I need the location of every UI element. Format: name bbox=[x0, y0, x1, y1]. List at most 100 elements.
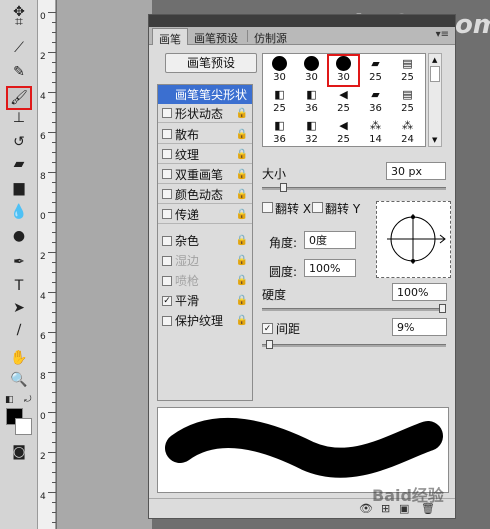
swap-colors-icon[interactable]: ⤾ bbox=[24, 395, 32, 405]
brush-tip[interactable]: 30 bbox=[296, 55, 327, 86]
roundness-field[interactable]: 100% bbox=[304, 259, 356, 277]
brush-grid-scrollbar[interactable]: ▲ ▼ bbox=[428, 53, 442, 147]
option-checkbox[interactable] bbox=[162, 315, 172, 326]
lock-icon[interactable]: 🔒 bbox=[236, 275, 248, 286]
option-item[interactable]: 传递 🔒 bbox=[158, 205, 252, 224]
option-checkbox[interactable] bbox=[162, 169, 172, 179]
brush-tip[interactable]: ◧ 36 bbox=[296, 86, 327, 117]
lock-icon[interactable]: 🔒 bbox=[236, 169, 248, 180]
canvas-area[interactable] bbox=[57, 0, 152, 529]
spacing-field[interactable]: 9% bbox=[392, 318, 447, 336]
option-checkbox[interactable] bbox=[162, 209, 172, 219]
panel-title-bar[interactable] bbox=[149, 15, 455, 27]
option-item[interactable]: 杂色 🔒 bbox=[158, 231, 252, 250]
option-item[interactable]: 双重画笔 🔒 bbox=[158, 165, 252, 184]
zoom-icon[interactable]: 🔍 bbox=[8, 370, 30, 390]
option-item[interactable]: 保护纹理 🔒 bbox=[158, 311, 252, 330]
tab-clone-source[interactable]: 仿制源 bbox=[248, 28, 293, 45]
option-item[interactable]: 形状动态 🔒 bbox=[158, 104, 252, 123]
option-checkbox[interactable] bbox=[162, 235, 172, 246]
option-item[interactable]: 湿边 🔒 bbox=[158, 251, 252, 270]
hardness-slider-track[interactable] bbox=[262, 308, 446, 311]
lock-icon[interactable]: 🔒 bbox=[236, 108, 248, 119]
option-checkbox[interactable]: ✓ bbox=[162, 295, 172, 306]
angle-field[interactable]: 0度 bbox=[304, 231, 356, 249]
blur-icon[interactable]: 💧 bbox=[8, 202, 30, 222]
option-item[interactable]: 喷枪 🔒 bbox=[158, 271, 252, 290]
brush-tip[interactable]: ◧ 32 bbox=[296, 117, 327, 148]
spacing-checkbox[interactable]: ✓ bbox=[262, 323, 273, 334]
type-icon[interactable]: T bbox=[8, 276, 30, 296]
history-brush-icon[interactable]: ↺ bbox=[8, 132, 30, 152]
size-field[interactable]: 30 px bbox=[386, 162, 446, 180]
brush-icon[interactable]: 🖌 bbox=[6, 86, 32, 110]
default-colors-icon[interactable]: ◧ bbox=[5, 395, 14, 405]
brush-tip[interactable]: ⁂ 14 bbox=[360, 117, 391, 148]
quick-mask-icon[interactable]: ◙ bbox=[8, 442, 30, 462]
size-slider-thumb[interactable] bbox=[279, 183, 287, 192]
option-item[interactable]: 颜色动态 🔒 bbox=[158, 185, 252, 204]
spacing-slider-track[interactable] bbox=[262, 344, 446, 347]
brush-tip[interactable]: ◧ 25 bbox=[264, 86, 295, 117]
option-checkbox[interactable] bbox=[162, 129, 172, 139]
hardness-field[interactable]: 100% bbox=[392, 283, 447, 301]
panel-menu-icon[interactable]: ▾≡ bbox=[436, 29, 449, 40]
lock-icon[interactable]: 🔒 bbox=[236, 235, 248, 246]
eyedropper-icon[interactable]: ⟋ bbox=[8, 38, 30, 58]
angle-roundness-preview[interactable] bbox=[376, 201, 451, 278]
brush-tip[interactable]: ◀ 25 bbox=[328, 86, 359, 117]
hardness-label: 硬度 bbox=[262, 288, 287, 302]
lock-icon[interactable]: 🔒 bbox=[236, 149, 248, 160]
scroll-down-icon[interactable]: ▼ bbox=[432, 136, 437, 144]
hand-icon[interactable]: ✋ bbox=[8, 348, 30, 368]
brush-tip[interactable]: ⁂ 24 bbox=[392, 117, 423, 148]
brush-tip[interactable]: ▰ 25 bbox=[360, 55, 391, 86]
brush-tip[interactable]: ◧ 36 bbox=[264, 117, 295, 148]
lock-icon[interactable]: 🔒 bbox=[236, 315, 248, 326]
brush-tip[interactable]: 30 bbox=[264, 55, 295, 86]
option-item[interactable]: 纹理 🔒 bbox=[158, 145, 252, 164]
ruler-tick bbox=[52, 112, 56, 113]
scroll-up-icon[interactable]: ▲ bbox=[432, 56, 437, 64]
option-item[interactable]: 画笔笔尖形状 bbox=[158, 85, 252, 104]
background-color-swatch[interactable] bbox=[15, 418, 32, 435]
pen-icon[interactable]: ✒ bbox=[8, 252, 30, 272]
option-checkbox[interactable] bbox=[162, 108, 172, 118]
hardness-slider-thumb[interactable] bbox=[439, 304, 446, 313]
flip-y-checkbox[interactable] bbox=[312, 202, 323, 213]
dodge-icon[interactable]: ● bbox=[8, 226, 30, 246]
option-checkbox[interactable] bbox=[162, 189, 172, 199]
option-item[interactable]: ✓ 平滑 🔒 bbox=[158, 291, 252, 310]
lock-icon[interactable]: 🔒 bbox=[236, 255, 248, 266]
brush-tip[interactable]: 30 bbox=[327, 54, 360, 87]
clone-stamp-icon[interactable]: ⊥ bbox=[8, 108, 30, 128]
lock-icon[interactable]: 🔒 bbox=[236, 295, 248, 306]
spacing-slider-thumb[interactable] bbox=[265, 340, 273, 349]
option-checkbox[interactable] bbox=[162, 149, 172, 159]
flip-x-label: 翻转 X bbox=[275, 202, 312, 216]
eraser-icon[interactable]: ▰ bbox=[8, 154, 30, 174]
toggle-visibility-icon[interactable]: 👁 bbox=[359, 502, 373, 515]
tab-brush-presets[interactable]: 画笔预设 bbox=[188, 28, 244, 45]
option-checkbox[interactable] bbox=[162, 275, 172, 286]
scrollbar-thumb[interactable] bbox=[430, 66, 440, 82]
crop-icon[interactable]: ⌗ bbox=[8, 12, 30, 32]
brush-tip[interactable]: ▰ 36 bbox=[360, 86, 391, 117]
line-icon[interactable]: ∕ bbox=[8, 320, 30, 340]
tab-brush[interactable]: 画笔 bbox=[152, 28, 188, 46]
lock-icon[interactable]: 🔒 bbox=[236, 209, 248, 220]
brush-presets-button[interactable]: 画笔预设 bbox=[165, 53, 257, 73]
option-checkbox[interactable] bbox=[162, 255, 172, 266]
path-selection-icon[interactable]: ➤ bbox=[8, 298, 30, 318]
flip-x-checkbox[interactable] bbox=[262, 202, 273, 213]
lock-icon[interactable]: 🔒 bbox=[236, 129, 248, 140]
healing-brush-icon[interactable]: ✎ bbox=[8, 62, 30, 82]
ruler-tick bbox=[48, 452, 56, 453]
gradient-icon[interactable]: ▆ bbox=[8, 178, 30, 198]
brush-tip[interactable]: ◀ 25 bbox=[328, 117, 359, 148]
lock-icon[interactable]: 🔒 bbox=[236, 189, 248, 200]
option-item[interactable]: 散布 🔒 bbox=[158, 125, 252, 144]
size-slider-track[interactable] bbox=[262, 187, 446, 190]
brush-tip[interactable]: ▤ 25 bbox=[392, 55, 423, 86]
brush-tip[interactable]: ▤ 25 bbox=[392, 86, 423, 117]
